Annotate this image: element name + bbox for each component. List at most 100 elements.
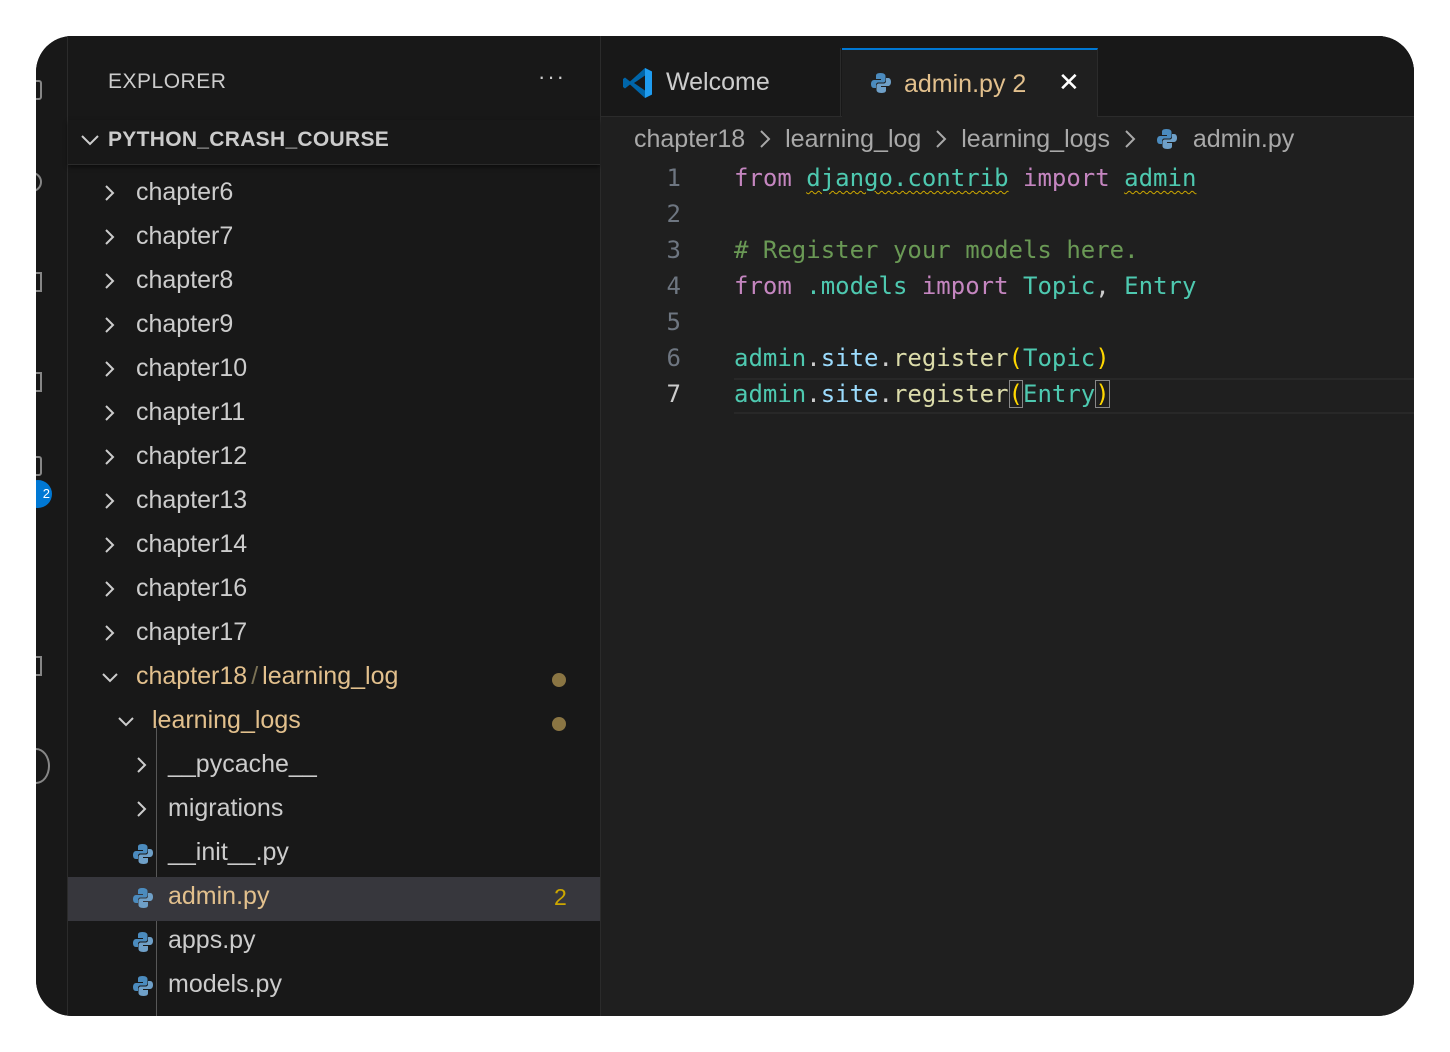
explorer-icon[interactable] (36, 80, 42, 100)
search-icon[interactable] (36, 172, 42, 192)
line-number: 5 (666, 308, 681, 336)
breadcrumb-learning-log[interactable]: learning_log (785, 125, 921, 153)
argument: Topic (1023, 344, 1096, 372)
tree-item-label: chapter10 (136, 354, 248, 382)
tab-admin-py-label: admin.py 2 (904, 70, 1027, 98)
code-editor[interactable]: 1 from django.contrib import admin 2 3 #… (601, 162, 1414, 414)
tree-item-label: chapter7 (136, 222, 234, 250)
tree-item-label: chapter17 (136, 618, 248, 646)
tab-bar: Welcome admin.py 2 ✕ (601, 36, 1414, 117)
chevron-right-icon (105, 625, 115, 641)
tree-item-label: models.py (168, 970, 282, 998)
python-icon (871, 73, 891, 93)
chevron-right-icon (137, 801, 147, 817)
tree-file[interactable]: admin.py 2 (68, 877, 600, 921)
tree-item-label: chapter16 (136, 574, 248, 602)
chevron-right-icon (105, 229, 115, 245)
keyword: import (921, 272, 1009, 300)
code-line-7[interactable]: 7 admin.site.register(Entry) (601, 378, 1414, 414)
code-line-6[interactable]: 6 admin.site.register(Topic) (601, 342, 1414, 378)
tree-file[interactable]: tests.py (68, 1009, 600, 1016)
tree-folder[interactable]: chapter12 (68, 437, 600, 481)
chevron-down-icon (118, 717, 134, 727)
tree-item-label: __pycache__ (168, 750, 317, 778)
tree-folder[interactable]: chapter7 (68, 217, 600, 261)
breadcrumb-chapter18[interactable]: chapter18 (634, 125, 745, 153)
tree-item-label: chapter13 (136, 486, 248, 514)
tree-item-label: learning_logs (152, 706, 301, 734)
workspace-root[interactable]: PYTHON_CRASH_COURSE (68, 120, 600, 165)
tree-item-label: apps.py (168, 926, 256, 954)
line-number: 6 (666, 344, 681, 372)
explorer-sidebar: EXPLORER ··· PYTHON_CRASH_COURSE chapter… (68, 36, 601, 1016)
tab-close-icon[interactable]: ✕ (1058, 67, 1080, 98)
chevron-right-icon (760, 130, 771, 149)
more-actions-icon[interactable]: ··· (538, 64, 566, 90)
object-name: admin (734, 380, 807, 408)
tree-item-label: chapter8 (136, 266, 234, 294)
run-debug-icon[interactable] (36, 372, 42, 392)
tab-welcome[interactable]: Welcome (601, 48, 841, 116)
tree-folder[interactable]: chapter18/learning_log (68, 657, 600, 701)
file-tree: chapter6 chapter7 chapter8 chapter9 chapter1… (68, 173, 600, 1016)
account-icon[interactable] (36, 748, 50, 784)
tree-folder[interactable]: migrations (68, 789, 600, 833)
code-line-5[interactable]: 5 (601, 306, 1414, 342)
import-name: admin (1124, 164, 1197, 192)
editor-area: Welcome admin.py 2 ✕ chapter18 learning_… (601, 36, 1414, 1016)
tree-folder[interactable]: chapter11 (68, 393, 600, 437)
tree-folder[interactable]: chapter16 (68, 569, 600, 613)
argument: Entry (1023, 380, 1096, 408)
tree-file[interactable]: models.py (68, 965, 600, 1009)
module-name: .models (806, 272, 908, 300)
breadcrumb-learning-logs[interactable]: learning_logs (961, 125, 1110, 153)
source-control-icon[interactable] (36, 272, 42, 292)
chevron-down-icon (102, 673, 118, 683)
tree-folder[interactable]: learning_logs (68, 701, 600, 745)
module-name: django.contrib (806, 164, 1009, 192)
code-line-2[interactable]: 2 (601, 198, 1414, 234)
keyword: from (734, 272, 792, 300)
python-icon (133, 932, 153, 952)
workspace-root-label: PYTHON_CRASH_COURSE (108, 128, 390, 151)
code-line-3[interactable]: 3 # Register your models here. (601, 234, 1414, 270)
punctuation: , (1095, 272, 1110, 300)
tab-admin-py[interactable]: admin.py 2 ✕ (842, 48, 1098, 117)
tree-item-label: migrations (168, 794, 284, 822)
line-number: 3 (666, 236, 681, 264)
tree-folder[interactable]: chapter9 (68, 305, 600, 349)
chevron-right-icon (105, 537, 115, 553)
activity-bar: 2 (36, 36, 68, 1016)
chevron-right-icon (105, 405, 115, 421)
tree-folder[interactable]: chapter17 (68, 613, 600, 657)
breadcrumb-admin-py[interactable]: admin.py (1193, 125, 1294, 153)
tree-folder[interactable]: chapter8 (68, 261, 600, 305)
python-icon (1156, 129, 1177, 150)
extensions-icon[interactable] (36, 456, 42, 476)
tree-folder[interactable]: __pycache__ (68, 745, 600, 789)
keyword: from (734, 164, 792, 192)
code-line-4[interactable]: 4 from .models import Topic, Entry (601, 270, 1414, 306)
code-line-1[interactable]: 1 from django.contrib import admin (601, 162, 1414, 198)
python-icon (133, 844, 153, 864)
import-name: Entry (1124, 272, 1197, 300)
chevron-right-icon (105, 185, 115, 201)
tree-item-label: chapter11 (136, 398, 246, 426)
function-name: register (892, 380, 1009, 408)
tree-file[interactable]: apps.py (68, 921, 600, 965)
extensions-badge: 2 (36, 480, 52, 508)
remote-icon[interactable] (36, 656, 42, 676)
chevron-right-icon (936, 130, 947, 149)
tree-folder[interactable]: chapter14 (68, 525, 600, 569)
tree-file[interactable]: __init__.py (68, 833, 600, 877)
chevron-right-icon (105, 493, 115, 509)
tree-folder[interactable]: chapter6 (68, 173, 600, 217)
vscode-window: 2 EXPLORER ··· PYTHON_CRASH_COURSE chapt… (36, 36, 1414, 1016)
chevron-right-icon (105, 273, 115, 289)
tree-folder[interactable]: chapter10 (68, 349, 600, 393)
modified-dot (552, 717, 566, 731)
tree-folder[interactable]: chapter13 (68, 481, 600, 525)
explorer-title: EXPLORER (108, 70, 227, 93)
tree-item-label: chapter9 (136, 310, 234, 338)
chevron-right-icon (105, 449, 115, 465)
